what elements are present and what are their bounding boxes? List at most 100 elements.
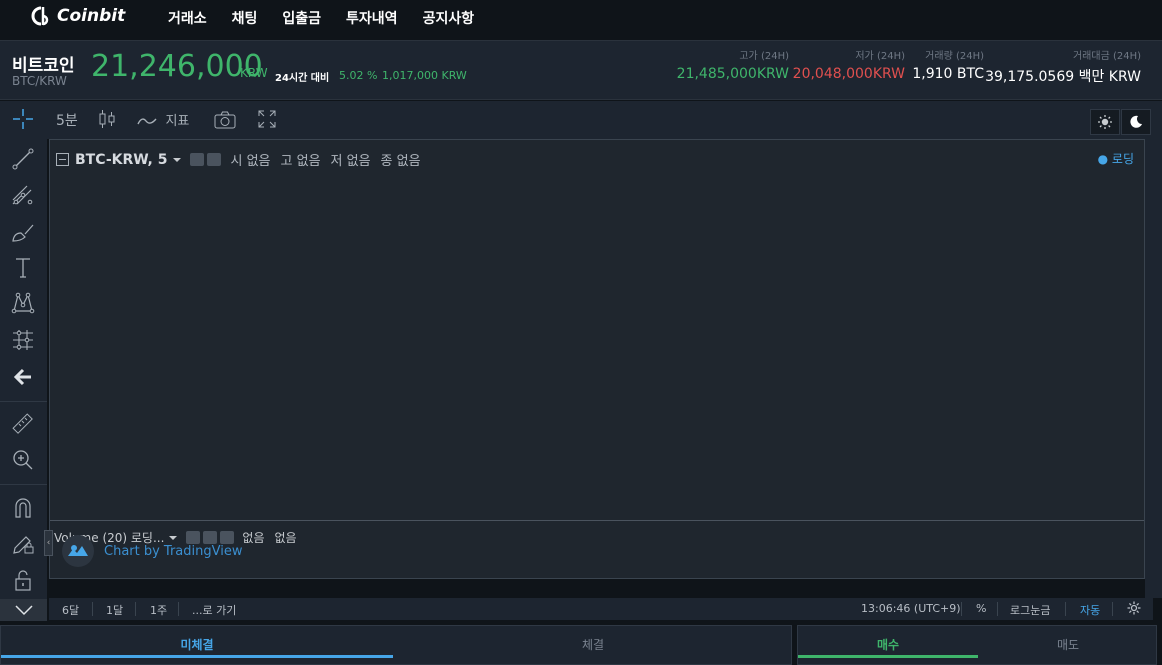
fullscreen-button[interactable] [258,110,276,132]
nav-exchange[interactable]: 거래소 [168,8,207,28]
loading-indicator: ● 로딩 [1097,152,1134,166]
ohlc-close: 종 없음 [380,154,421,169]
tradingview-attribution[interactable]: Chart by TradingView [62,535,242,567]
remove-drawings-tool[interactable] [10,364,36,390]
coin-name: 비트코인 [12,56,75,76]
nav-history[interactable]: 투자내역 [346,8,398,28]
ohlc-low: 저 없음 [330,154,371,169]
divider [178,602,179,616]
settings-icon[interactable] [206,153,221,166]
nav-chat[interactable]: 채팅 [232,8,258,28]
chart-settings-button[interactable] [1127,601,1141,618]
pitchfork-tool[interactable] [10,183,36,209]
moon-icon [1130,115,1142,128]
camera-icon [214,111,236,129]
lock-all-tool[interactable] [10,567,36,593]
stat-amount-value: 39,175.0569 백만 KRW [985,69,1141,85]
pattern-icon [11,292,35,314]
trade-panel: 매수 매도 [797,625,1157,665]
top-nav: Coinbit 거래소 채팅 입출금 투자내역 공지사항 [0,0,1162,36]
trend-line-icon [12,148,34,170]
divider [135,602,136,616]
price-unit: KRW [240,66,268,80]
price-chart[interactable]: BTC-KRW, 5 시 없음 고 없음 저 없음 종 없음 ● 로딩 Volu… [49,139,1145,579]
more-tools-button[interactable] [0,599,47,621]
prediction-tool[interactable] [10,327,36,353]
ruler-icon [12,413,33,434]
arrow-left-icon [13,368,31,386]
chart-legend: BTC-KRW, 5 시 없음 고 없음 저 없음 종 없음 [56,150,421,169]
visibility-icon[interactable] [189,153,204,166]
forecast-icon [13,330,33,350]
active-tab-underline [1,655,393,658]
stat-amount-label: 거래대금 (24H) [1072,51,1141,62]
divider [997,602,998,616]
ohlc-open: 시 없음 [230,154,271,169]
volume-value-1: 없음 [242,531,265,545]
stat-low-label: 저가 (24H) [855,51,905,62]
divider [1112,602,1113,616]
stat-low: 저가 (24H) 20,048,000KRW [793,47,905,82]
tab-buy[interactable]: 매수 [798,636,978,653]
current-price: 21,246,000 [91,49,263,84]
unlock-icon [15,570,31,591]
clock-display[interactable]: 13:06:46 (UTC+9) [861,602,961,615]
stat-high: 고가 (24H) 21,485,000KRW [677,47,789,82]
measure-tool[interactable] [10,411,36,437]
dark-theme-button[interactable] [1121,109,1151,135]
stat-high-label: 고가 (24H) [739,51,789,62]
stat-volume-label: 거래량 (24H) [925,51,984,62]
gear-icon [1127,601,1141,615]
nav-notice[interactable]: 공지사항 [423,8,475,28]
log-scale-toggle[interactable]: 로그눈금 [1010,602,1050,618]
light-theme-button[interactable] [1090,109,1120,135]
active-tab-underline [798,655,978,658]
ticker-bar: 비트코인 BTC/KRW 21,246,000 KRW 24시간 대비 5.02… [0,40,1162,100]
range-1-month[interactable]: 1달 [106,602,123,618]
coinbit-logo-icon [31,6,49,26]
fullscreen-icon [258,110,276,128]
volume-pane-divider[interactable] [50,520,1144,521]
pattern-tool[interactable] [10,290,36,316]
stat-volume: 거래량 (24H) 1,910 BTC [912,47,984,82]
brush-tool[interactable] [10,220,36,246]
auto-scale-toggle[interactable]: 자동 [1080,602,1100,618]
collapse-toolbar-button[interactable]: ‹ [44,530,53,556]
range-1-week[interactable]: 1주 [150,602,167,618]
indicator-wave-icon [137,118,157,125]
volume-value-2: 없음 [274,531,297,545]
interval-select[interactable]: 5분 [56,110,78,130]
symbol-dropdown-icon[interactable] [172,156,182,164]
tab-filled[interactable]: 체결 [393,636,793,653]
trend-line-tool[interactable] [10,146,36,172]
magnet-icon [15,498,31,518]
tradingview-text: Chart by TradingView [104,543,243,559]
candle-type-button[interactable] [98,109,116,133]
coinbit-logo[interactable]: Coinbit [30,5,125,27]
percent-scale-toggle[interactable]: % [976,602,986,615]
divider [1065,602,1066,616]
collapse-legend-icon[interactable] [56,153,69,166]
zoom-in-icon [13,450,33,470]
lock-drawing-tool[interactable] [10,531,36,557]
indicators-button[interactable]: 지표 [137,110,189,129]
magnet-tool[interactable] [10,495,36,521]
chart-bottom-bar: 6달 1달 1주 ...로 가기 13:06:46 (UTC+9) % 로그눈금… [49,598,1153,620]
zoom-tool[interactable] [10,447,36,473]
text-tool[interactable] [10,255,36,281]
change-amount: 1,017,000 KRW [382,69,467,82]
range-6-months[interactable]: 6달 [62,602,79,618]
crosshair-tool[interactable] [12,108,34,134]
nav-deposit[interactable]: 입출금 [282,8,321,28]
chart-symbol[interactable]: BTC-KRW, 5 [75,152,168,168]
tab-unfilled[interactable]: 미체결 [1,636,393,653]
stat-high-value: 21,485,000KRW [676,66,789,82]
orders-panel: 미체결 체결 [0,625,792,665]
snapshot-button[interactable] [214,111,236,133]
pencil-lock-icon [13,536,34,554]
tab-sell[interactable]: 매도 [978,636,1158,653]
chart-toolbar: 5분 지표 [0,101,1162,139]
stat-amount: 거래대금 (24H) 39,175.0569 백만 KRW [985,47,1141,86]
go-to-date-button[interactable]: ...로 가기 [192,602,236,618]
chevron-down-icon [14,605,33,616]
